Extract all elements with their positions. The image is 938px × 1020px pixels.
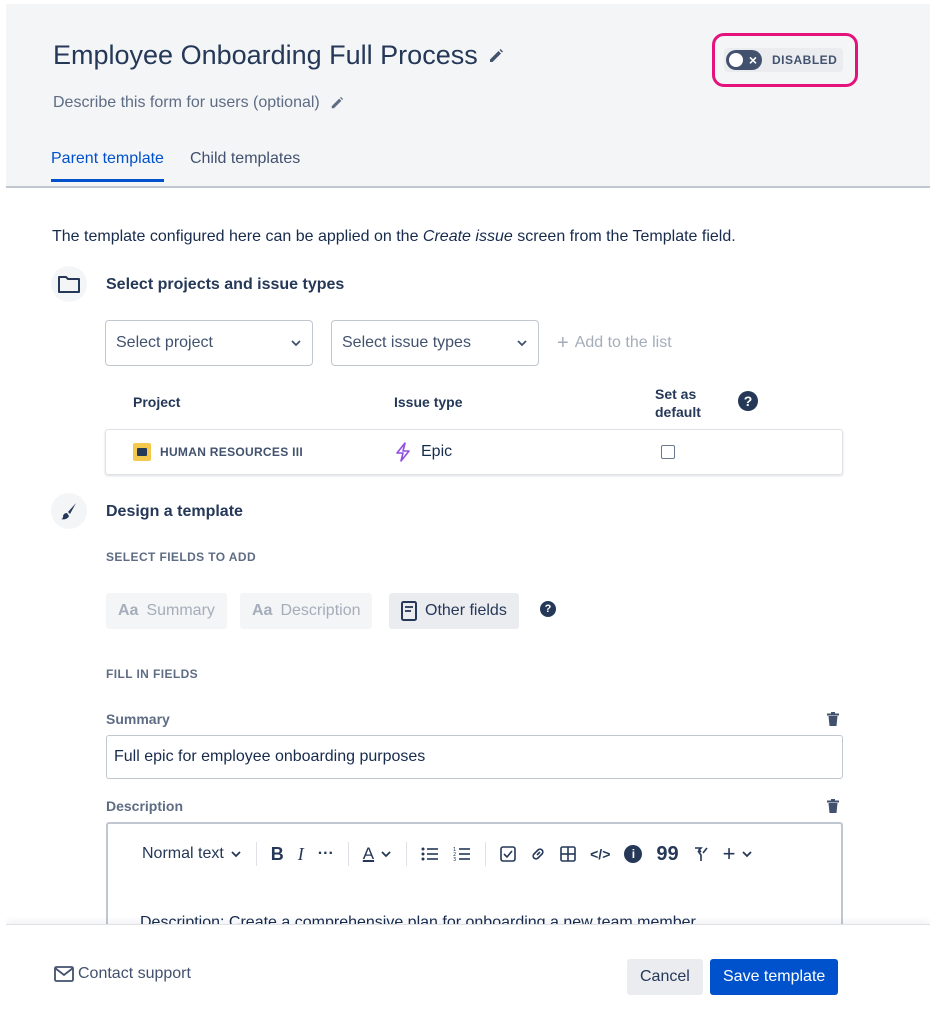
text-style-dropdown[interactable]: Normal text: [142, 845, 242, 863]
intro-text-after: screen from the Template field.: [512, 228, 736, 245]
folder-icon: [58, 276, 80, 293]
toolbar-divider: [485, 842, 487, 866]
help-icon[interactable]: ?: [540, 601, 556, 617]
add-summary-field-label: Summary: [146, 602, 215, 619]
insert-dropdown[interactable]: +: [722, 841, 754, 866]
text-field-icon: Aa: [118, 602, 139, 619]
epic-lightning-icon: [396, 442, 410, 462]
add-to-list-label: Add to the list: [574, 334, 672, 351]
editor-toolbar: Normal text B I ··· A 1 2 3 </> i 99 +: [142, 842, 753, 866]
form-description-text: Describe this form for users (optional): [53, 94, 320, 111]
text-color-dropdown[interactable]: A: [363, 844, 392, 864]
document-icon: [401, 601, 417, 621]
trash-icon[interactable]: [827, 799, 839, 813]
toolbar-divider: [406, 842, 408, 866]
other-fields-button[interactable]: Other fields: [389, 593, 519, 629]
contact-support-link[interactable]: Contact support: [54, 965, 191, 983]
chevron-down-icon: [291, 340, 301, 347]
brush-icon: [61, 503, 76, 520]
intro-text: The template configured here can be appl…: [52, 228, 736, 246]
bullet-list-icon[interactable]: [421, 846, 439, 862]
toggle-switch[interactable]: ×: [726, 50, 762, 70]
contact-support-label: Contact support: [78, 965, 191, 982]
plus-icon: +: [557, 332, 569, 354]
plus-icon: +: [722, 841, 736, 866]
summary-input[interactable]: Full epic for employee onboarding purpos…: [106, 735, 843, 779]
template-editor-page: Employee Onboarding Full Process Describ…: [6, 4, 930, 1016]
chevron-down-icon: [231, 851, 241, 858]
page-title: Employee Onboarding Full Process: [53, 40, 504, 71]
envelope-icon: [54, 966, 74, 982]
chevron-down-icon: [742, 851, 753, 858]
toolbar-divider: [347, 842, 349, 866]
folder-icon-badge: [51, 266, 87, 302]
toolbar-divider: [255, 842, 257, 866]
column-header-project: Project: [133, 394, 181, 410]
add-description-field-label: Description: [280, 602, 361, 619]
description-field-label: Description: [106, 798, 184, 814]
link-icon[interactable]: [530, 846, 546, 862]
chevron-down-icon: [517, 340, 527, 347]
bold-icon[interactable]: B: [271, 844, 284, 865]
project-select-placeholder: Select project: [116, 334, 213, 351]
edit-title-pencil-icon[interactable]: [488, 48, 504, 64]
column-header-issue-type: Issue type: [394, 394, 463, 410]
design-template-title: Design a template: [106, 503, 243, 520]
toggle-knob: [729, 53, 743, 67]
issue-type-select-placeholder: Select issue types: [342, 334, 471, 351]
brush-icon-badge: [51, 493, 87, 529]
code-icon[interactable]: </>: [590, 846, 610, 862]
expand-icon[interactable]: [693, 846, 709, 862]
set-default-checkbox[interactable]: [661, 445, 675, 459]
fill-in-fields-label: FILL IN FIELDS: [106, 667, 199, 681]
cancel-button[interactable]: Cancel: [627, 959, 703, 995]
chevron-down-icon: [381, 851, 391, 858]
italic-icon[interactable]: I: [298, 844, 304, 865]
save-template-button[interactable]: Save template: [710, 959, 839, 995]
numbered-list-icon[interactable]: 1 2 3: [453, 846, 471, 862]
project-name: HUMAN RESOURCES III: [160, 445, 304, 459]
select-projects-title: Select projects and issue types: [106, 276, 345, 293]
quote-icon[interactable]: 99: [656, 843, 678, 866]
trash-icon[interactable]: [827, 712, 839, 726]
page-footer: Contact support Cancel Save template: [6, 924, 930, 1016]
add-to-list-button[interactable]: + Add to the list: [557, 332, 672, 354]
column-header-set-default-line1: Set as: [655, 386, 697, 402]
edit-description-pencil-icon[interactable]: [330, 96, 344, 110]
svg-text:3: 3: [453, 857, 456, 862]
info-panel-icon[interactable]: i: [624, 845, 643, 863]
help-icon[interactable]: ?: [738, 391, 758, 411]
issue-type-select[interactable]: Select issue types: [331, 320, 539, 366]
intro-text-emphasis: Create issue: [422, 228, 513, 245]
table-icon[interactable]: [560, 846, 576, 862]
other-fields-label: Other fields: [425, 602, 507, 619]
text-color-icon: A: [362, 844, 375, 863]
summary-field-label: Summary: [106, 711, 170, 727]
close-icon: ×: [748, 52, 757, 68]
text-field-icon: Aa: [252, 602, 273, 619]
column-header-set-default-line2: default: [655, 404, 701, 420]
intro-text-before: The template configured here can be appl…: [52, 228, 423, 245]
project-select[interactable]: Select project: [105, 320, 313, 366]
template-tabs: Parent template Child templates: [51, 150, 300, 182]
select-fields-label: SELECT FIELDS TO ADD: [106, 550, 257, 564]
action-item-icon[interactable]: [500, 846, 516, 862]
summary-input-value: Full epic for employee onboarding purpos…: [114, 748, 426, 765]
form-description: Describe this form for users (optional): [53, 94, 344, 112]
issue-type-name: Epic: [421, 443, 453, 460]
tab-parent-template[interactable]: Parent template: [51, 150, 164, 182]
status-label: DISABLED: [772, 53, 838, 67]
status-toggle[interactable]: × DISABLED: [724, 48, 844, 72]
page-header: Employee Onboarding Full Process Describ…: [6, 4, 930, 188]
add-summary-field-button[interactable]: Aa Summary: [106, 593, 227, 629]
project-avatar-icon: [133, 443, 151, 461]
tab-child-templates[interactable]: Child templates: [190, 150, 300, 182]
text-style-label: Normal text: [142, 845, 224, 862]
table-row: HUMAN RESOURCES III Epic: [105, 429, 843, 475]
column-header-set-default: Set as default: [655, 385, 701, 421]
page-title-text: Employee Onboarding Full Process: [53, 40, 478, 70]
add-description-field-button[interactable]: Aa Description: [240, 593, 373, 629]
more-formatting-icon[interactable]: ···: [318, 845, 334, 863]
